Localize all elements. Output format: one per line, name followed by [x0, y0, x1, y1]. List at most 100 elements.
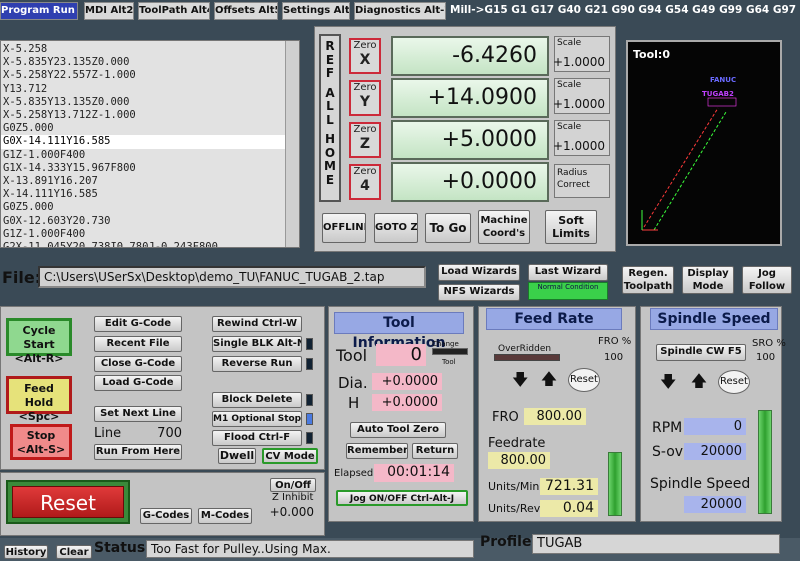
gcode-line[interactable]: G0Z5.000: [1, 201, 285, 214]
radius-correct-label: Radius Correct: [557, 168, 590, 190]
auto-tool-zero-button[interactable]: Auto Tool Zero: [350, 422, 446, 438]
reverse-run-button[interactable]: Reverse Run: [212, 356, 302, 372]
gcode-line[interactable]: G0X-14.111Y16.585: [1, 135, 285, 149]
gcode-line[interactable]: G0X-12.603Y20.730: [1, 215, 285, 228]
zero-y-button[interactable]: Zero Y: [349, 80, 381, 116]
file-path-field[interactable]: C:\Users\USerSx\Desktop\demo_TU\FANUC_TU…: [38, 266, 426, 288]
return-button[interactable]: Return: [412, 443, 458, 459]
recent-file-button[interactable]: Recent File: [94, 336, 182, 352]
dro-z-value[interactable]: +5.0000: [391, 120, 549, 160]
zero-z-label: Zero: [353, 124, 377, 135]
z-inhibit-toggle[interactable]: On/Off: [270, 478, 316, 492]
tool-diameter-value[interactable]: +0.0000: [372, 373, 442, 390]
clear-button[interactable]: Clear: [56, 545, 92, 559]
gcode-scrollbar[interactable]: [285, 41, 299, 247]
mcodes-button[interactable]: M-Codes: [198, 508, 252, 524]
gcode-line[interactable]: X-5.258Y22.557Z-1.000: [1, 69, 285, 82]
sov-value[interactable]: 20000: [684, 443, 746, 460]
regen-toolpath-button[interactable]: Regen. Toolpath: [622, 266, 674, 294]
gcode-line[interactable]: X-14.111Y16.585: [1, 188, 285, 201]
radius-correct-button[interactable]: Radius Correct: [554, 164, 610, 198]
single-block-button[interactable]: Single BLK Alt-N: [212, 336, 302, 352]
gcode-line[interactable]: X-5.258Y13.712Z-1.000: [1, 109, 285, 122]
feed-reset-button[interactable]: Reset: [568, 368, 600, 392]
goto-z-button[interactable]: GOTO Z: [374, 213, 418, 243]
gcode-line[interactable]: X-5.835Y23.135Z0.000: [1, 56, 285, 69]
close-gcode-button[interactable]: Close G-Code: [94, 356, 182, 372]
spindle-speed-value[interactable]: 20000: [684, 496, 746, 513]
tab-offsets[interactable]: Offsets Alt5: [214, 2, 278, 20]
spindle-override-slider[interactable]: [758, 410, 772, 514]
zero-4-button[interactable]: Zero 4: [349, 164, 381, 200]
m1-optional-stop-button[interactable]: M1 Optional Stop: [212, 411, 302, 427]
gcode-line[interactable]: X-5.258: [1, 43, 285, 56]
dro-x-value[interactable]: -6.4260: [391, 36, 549, 76]
dro-4-value[interactable]: +0.0000: [391, 162, 549, 202]
gcode-line[interactable]: Y13.712: [1, 83, 285, 96]
gcode-listing[interactable]: X-5.258 X-5.835Y23.135Z0.000 X-5.258Y22.55…: [0, 40, 300, 248]
feed-hold-button[interactable]: Feed Hold <Spc>: [6, 376, 72, 423]
jog-toggle-button[interactable]: Jog ON/OFF Ctrl-Alt-J: [336, 490, 468, 506]
dro-y-value[interactable]: +14.0900: [391, 78, 549, 118]
spindle-up-icon[interactable]: 🡅: [690, 372, 708, 390]
profile-label: Profile:: [480, 534, 538, 550]
tab-program-run[interactable]: Program Run Alt-1: [0, 2, 78, 20]
gcode-line[interactable]: G2X-11.045Y20.738I0.780J-0.243F800: [1, 241, 285, 247]
rpm-value: 0: [684, 418, 746, 435]
gcode-line[interactable]: G1Z-1.000F400: [1, 228, 285, 241]
tool-height-value[interactable]: +0.0000: [372, 394, 442, 411]
line-value[interactable]: 700: [130, 425, 186, 442]
tab-settings[interactable]: Settings Alt6: [282, 2, 350, 20]
gcode-line[interactable]: G1Z-1.000F400: [1, 149, 285, 162]
block-delete-button[interactable]: Block Delete: [212, 392, 302, 408]
load-gcode-button[interactable]: Load G-Code: [94, 375, 182, 391]
tab-mdi[interactable]: MDI Alt2: [84, 2, 134, 20]
stop-button[interactable]: Stop <Alt-S>: [10, 424, 72, 460]
ref-all-home-button[interactable]: REF ALL HOME: [319, 34, 341, 202]
scale-z[interactable]: Scale +1.0000: [553, 120, 610, 156]
display-mode-button[interactable]: Display Mode: [682, 266, 734, 294]
rewind-button[interactable]: Rewind Ctrl-W: [212, 316, 302, 332]
scale-y[interactable]: Scale +1.0000: [553, 78, 610, 114]
nfs-wizards-button[interactable]: NFS Wizards: [438, 284, 520, 301]
flood-button[interactable]: Flood Ctrl-F: [212, 430, 302, 446]
tab-toolpath[interactable]: ToolPath Alt4: [138, 2, 210, 20]
load-wizards-button[interactable]: Load Wizards: [438, 264, 520, 281]
feedrate-value[interactable]: 800.00: [488, 452, 550, 469]
sro-percent-value: 100: [756, 352, 776, 363]
gcode-line[interactable]: G0Z5.000: [1, 122, 285, 135]
feedrate-label: Feedrate: [488, 436, 546, 451]
feed-up-icon[interactable]: 🡅: [540, 370, 558, 388]
history-button[interactable]: History: [4, 545, 48, 559]
toolpath-display[interactable]: Tool:0 FANUC TUGAB2: [626, 40, 782, 246]
jog-follow-button[interactable]: Jog Follow: [742, 266, 792, 294]
spindle-cw-button[interactable]: Spindle CW F5: [656, 344, 746, 361]
z-inhibit-value[interactable]: +0.000: [262, 504, 318, 521]
gcode-line[interactable]: X-5.835Y13.135Z0.000: [1, 96, 285, 109]
gcode-line[interactable]: G1X-14.333Y15.967F800: [1, 162, 285, 175]
feed-down-icon[interactable]: 🡇: [512, 372, 528, 388]
reset-button[interactable]: Reset: [12, 486, 124, 518]
last-wizard-button[interactable]: Last Wizard: [528, 264, 608, 281]
feed-override-slider[interactable]: [608, 452, 622, 516]
zero-x-button[interactable]: Zero X: [349, 38, 381, 74]
gcode-line[interactable]: X-13.891Y16.207: [1, 175, 285, 188]
spindle-reset-button[interactable]: Reset: [718, 370, 750, 394]
tab-diagnostics[interactable]: Diagnostics Alt-7: [354, 2, 446, 20]
soft-limits-button[interactable]: Soft Limits: [545, 210, 597, 244]
gcodes-button[interactable]: G-Codes: [140, 508, 192, 524]
fro-value[interactable]: 800.00: [524, 408, 586, 425]
cycle-start-button[interactable]: Cycle Start <Alt-R>: [6, 318, 72, 365]
offline-button[interactable]: OFFLINE: [322, 213, 366, 243]
spindle-down-icon[interactable]: 🡇: [660, 374, 676, 390]
zero-z-button[interactable]: Zero Z: [349, 122, 381, 158]
remember-button[interactable]: Remember: [346, 443, 408, 459]
machine-coords-button[interactable]: Machine Coord's: [478, 210, 530, 244]
edit-gcode-button[interactable]: Edit G-Code: [94, 316, 182, 332]
zero-x-label: Zero: [353, 40, 377, 51]
set-next-line-button[interactable]: Set Next Line: [94, 406, 182, 422]
scale-x[interactable]: Scale +1.0000: [553, 36, 610, 72]
tool-number-value[interactable]: 0: [376, 344, 426, 366]
to-go-button[interactable]: To Go: [425, 213, 471, 243]
run-from-here-button[interactable]: Run From Here: [94, 444, 182, 460]
